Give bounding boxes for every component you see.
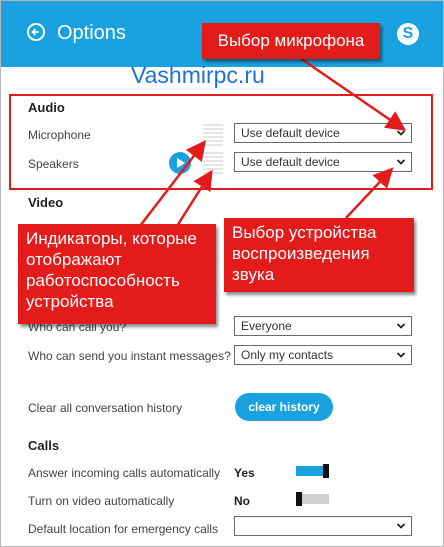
callout-output-select: Выбор устройства воспроизведения звука (224, 218, 414, 292)
arrow-to-microphone-select (299, 56, 407, 131)
arrow-to-speakers-meter (175, 169, 213, 227)
arrow-to-speakers-select (345, 167, 394, 219)
callout-mic-select: Выбор микрофона (202, 23, 380, 59)
arrow-to-microphone-meter (139, 140, 207, 227)
callout-indicators: Индикаторы, которые отображают работоспо… (18, 224, 216, 324)
